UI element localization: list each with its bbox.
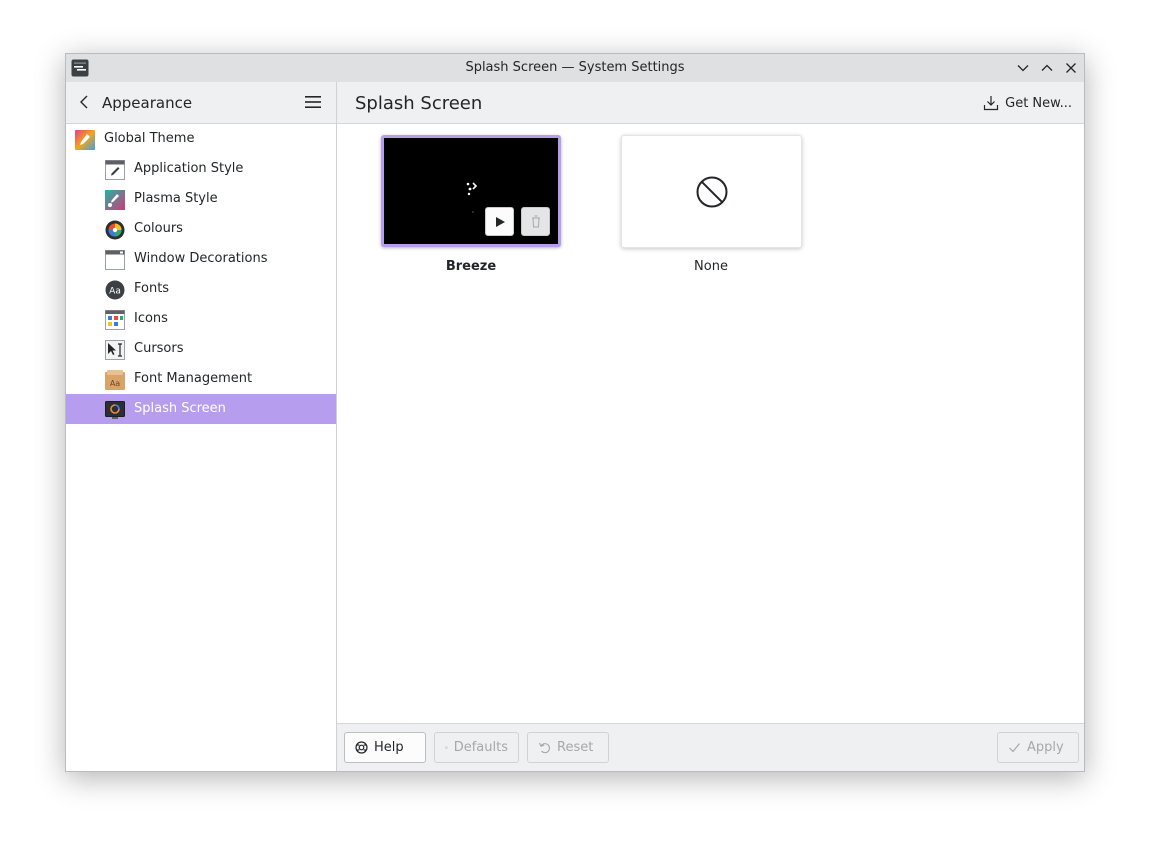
help-lifebuoy-icon: [355, 741, 368, 754]
window-decorations-icon: [105, 250, 125, 270]
sidebar-item-label: Global Theme: [104, 131, 195, 146]
sidebar-item-label: Colours: [134, 221, 183, 236]
sidebar-item-plasma-style[interactable]: Plasma Style: [66, 184, 336, 214]
sidebar-item-colours[interactable]: Colours: [66, 214, 336, 244]
close-icon: [1066, 63, 1076, 73]
minimize-button[interactable]: [1015, 60, 1031, 76]
hamburger-icon: [305, 96, 321, 108]
sidebar: Appearance Global Theme Application Styl…: [66, 82, 337, 771]
play-icon: [495, 216, 505, 227]
reset-label: Reset: [557, 740, 594, 755]
reset-button[interactable]: Reset: [527, 732, 609, 763]
document-icon: [445, 746, 448, 749]
chevron-left-icon: [80, 95, 88, 109]
plasma-style-icon: [105, 190, 125, 210]
application-style-icon: [105, 160, 125, 180]
sidebar-item-global-theme[interactable]: Global Theme: [66, 124, 336, 154]
sidebar-item-window-decorations[interactable]: Window Decorations: [66, 244, 336, 274]
sidebar-item-label: Application Style: [134, 161, 244, 176]
icons-icon: [105, 310, 125, 330]
preview-button[interactable]: [485, 207, 514, 236]
sidebar-item-label: Plasma Style: [134, 191, 218, 206]
undo-icon: [538, 742, 550, 754]
theme-card-breeze[interactable]: [381, 135, 561, 247]
get-new-button[interactable]: Get New...: [983, 94, 1072, 112]
delete-button[interactable]: [521, 207, 550, 236]
defaults-button[interactable]: Defaults: [434, 732, 519, 763]
footer-bar: Help Defaults Reset Apply: [337, 723, 1084, 771]
sidebar-item-label: Cursors: [134, 341, 184, 356]
theme-grid: Breeze None: [337, 124, 1084, 724]
checkmark-icon: [1009, 743, 1020, 753]
close-button[interactable]: [1063, 60, 1079, 76]
sidebar-item-font-management[interactable]: Aa Font Management: [66, 364, 336, 394]
defaults-label: Defaults: [453, 740, 508, 755]
no-entry-icon: [696, 176, 728, 208]
global-theme-icon: [75, 130, 95, 150]
fonts-icon: Aa: [105, 280, 125, 300]
sidebar-item-cursors[interactable]: Cursors: [66, 334, 336, 364]
sidebar-item-label: Splash Screen: [134, 401, 226, 416]
theme-card-none[interactable]: [621, 135, 802, 248]
sidebar-header: Appearance: [66, 82, 336, 124]
sidebar-item-icons[interactable]: Icons: [66, 304, 336, 334]
svg-text:Aa: Aa: [109, 287, 121, 297]
help-label: Help: [374, 740, 404, 755]
cursors-icon: [105, 340, 125, 360]
theme-label-none: None: [694, 259, 728, 274]
apply-button[interactable]: Apply: [997, 732, 1079, 763]
sidebar-item-label: Font Management: [134, 371, 253, 386]
main-header: Splash Screen Get New...: [337, 82, 1084, 124]
font-management-icon: Aa: [105, 370, 125, 390]
chevron-up-icon: [1041, 64, 1053, 71]
main-panel: Splash Screen Get New... Breeze None Hel…: [337, 82, 1084, 771]
sidebar-item-fonts[interactable]: Aa Fonts: [66, 274, 336, 304]
svg-text:Aa: Aa: [110, 379, 120, 388]
page-title: Splash Screen: [355, 93, 483, 114]
sidebar-title: Appearance: [102, 94, 193, 112]
window-title: Splash Screen — System Settings: [465, 60, 685, 75]
chevron-down-icon: [1017, 65, 1029, 72]
colours-icon: [105, 220, 125, 240]
back-button[interactable]: [76, 94, 92, 110]
sidebar-item-label: Icons: [134, 311, 168, 326]
sidebar-item-label: Window Decorations: [134, 251, 268, 266]
apply-label: Apply: [1027, 740, 1064, 755]
system-settings-window: Splash Screen — System Settings Appearan…: [65, 53, 1085, 772]
maximize-button[interactable]: [1039, 60, 1055, 76]
splash-screen-icon: [105, 400, 125, 419]
sidebar-item-label: Fonts: [134, 281, 170, 296]
sidebar-item-application-style[interactable]: Application Style: [66, 154, 336, 184]
hamburger-menu-button[interactable]: [304, 94, 324, 112]
theme-label-breeze: Breeze: [445, 259, 497, 274]
download-icon: [984, 96, 999, 111]
title-bar[interactable]: Splash Screen — System Settings: [66, 54, 1084, 83]
sidebar-item-splash-screen[interactable]: Splash Screen: [66, 394, 336, 424]
help-button[interactable]: Help: [344, 732, 426, 763]
trash-icon: [531, 215, 540, 228]
get-new-label: Get New...: [1005, 95, 1072, 111]
